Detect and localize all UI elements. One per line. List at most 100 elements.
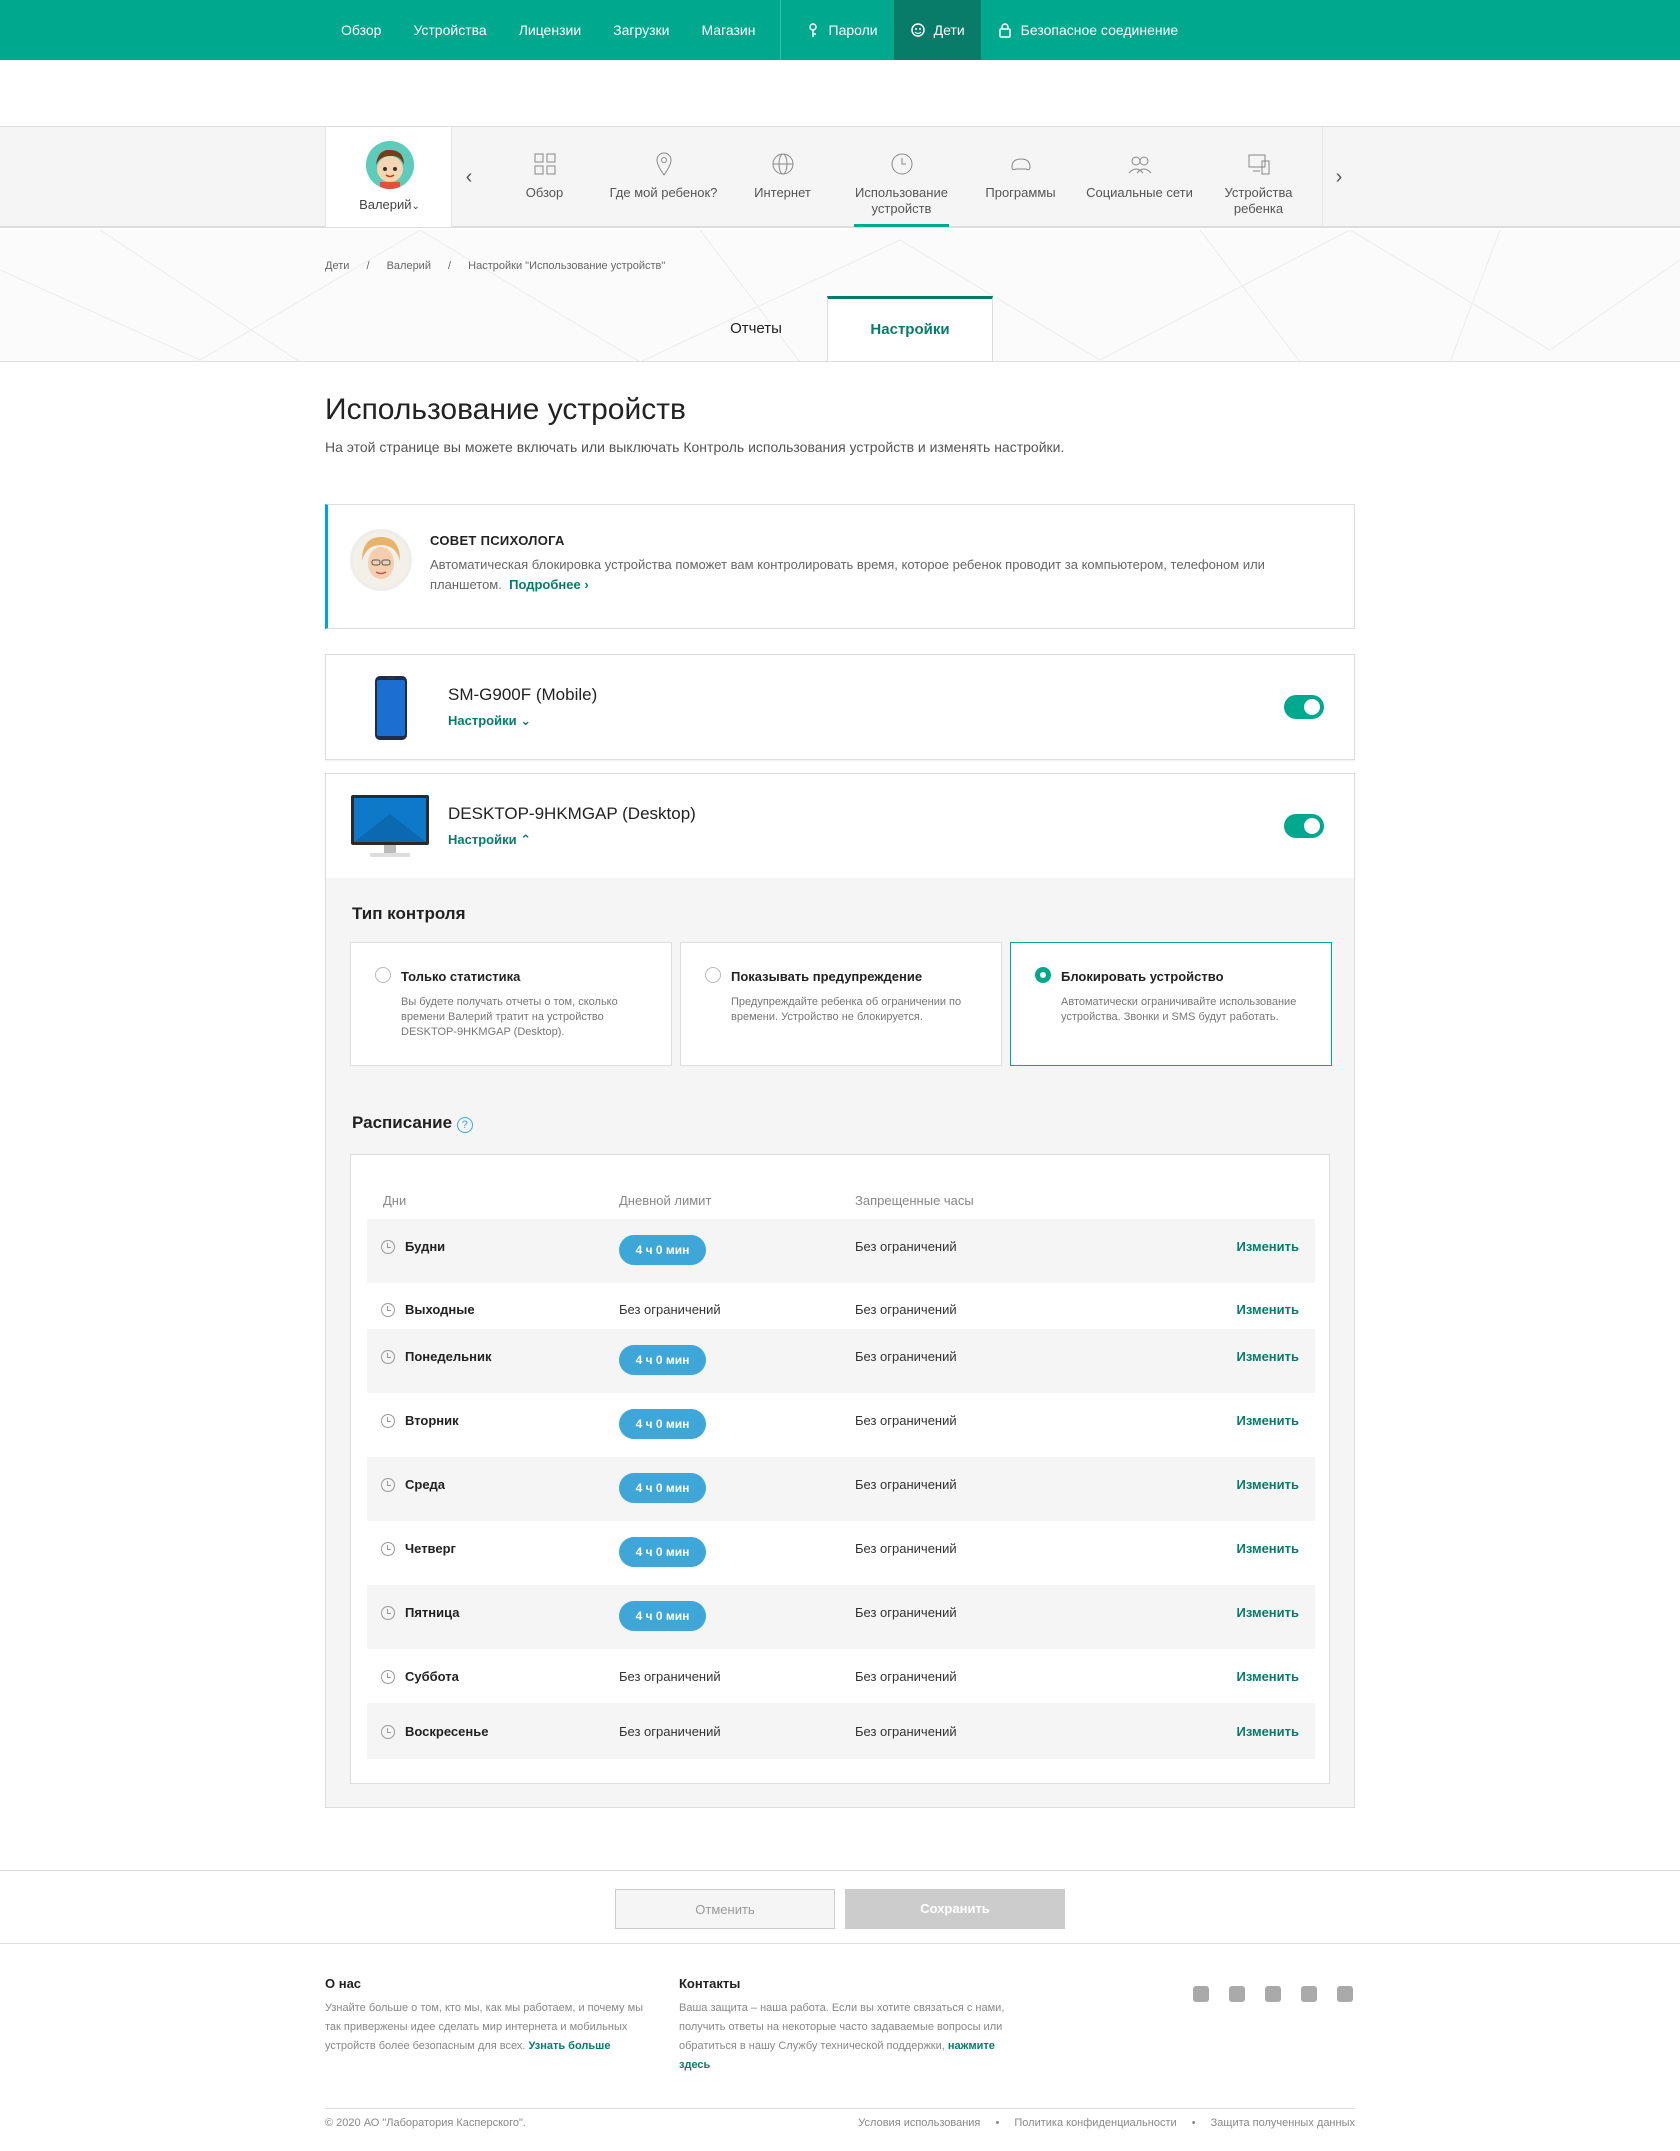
tab-devices[interactable]: Устройства ребенка	[1199, 127, 1318, 227]
table-row: Четверг 4 ч 0 мин Без ограничений Изменить	[367, 1521, 1315, 1585]
row-day: Среда	[405, 1477, 446, 1492]
option-desc: Автоматически ограничивайте использовани…	[1061, 996, 1297, 1023]
chevron-up-icon: ⌃	[520, 832, 532, 847]
tip-title: СОВЕТ ПСИХОЛОГА	[430, 533, 565, 548]
clock-icon	[891, 153, 913, 175]
nav-licenses[interactable]: Лицензии	[503, 0, 597, 60]
control-option-stats[interactable]: Только статистика Вы будете получать отч…	[350, 942, 672, 1066]
data-protection-link[interactable]: Защита полученных данных	[1211, 2117, 1355, 2129]
change-link[interactable]: Изменить	[1236, 1541, 1299, 1556]
schedule-table: Дни Дневной лимит Запрещенные часы Будни…	[350, 1154, 1330, 1784]
tip-more-link[interactable]: Подробнее ›	[509, 577, 589, 592]
table-row: Среда 4 ч 0 мин Без ограничений Изменить	[367, 1457, 1315, 1521]
tab-people[interactable]: Социальные сети	[1080, 127, 1199, 227]
change-link[interactable]: Изменить	[1236, 1349, 1299, 1364]
nav-devices[interactable]: Устройства	[397, 0, 502, 60]
twitter-icon[interactable]	[1337, 1986, 1353, 2002]
tab-globe[interactable]: Интернет	[723, 127, 842, 227]
cancel-button[interactable]: Отменить	[615, 1889, 835, 1929]
device-card-mobile: SM-G900F (Mobile) Настройки ⌄	[325, 654, 1355, 760]
forbidden-hours: Без ограничений	[855, 1724, 957, 1739]
daily-limit-badge: 4 ч 0 мин	[619, 1409, 706, 1439]
breadcrumb-kids[interactable]: Дети	[325, 260, 349, 272]
nav-kids-label: Дети	[933, 22, 965, 38]
forbidden-hours: Без ограничений	[855, 1349, 957, 1364]
privacy-link[interactable]: Политика конфиденциальности	[1014, 2117, 1176, 2129]
chevron-down-icon: ⌄	[520, 713, 532, 728]
facebook-icon[interactable]	[1193, 1986, 1209, 2002]
smartphone-icon	[375, 676, 407, 740]
device-card-desktop: DESKTOP-9HKMGAP (Desktop) Настройки ⌃	[325, 773, 1355, 879]
save-button[interactable]: Сохранить	[845, 1889, 1065, 1929]
radio-button[interactable]	[1035, 967, 1051, 983]
device-settings-label: Настройки	[448, 713, 517, 728]
nav-passwords-label: Пароли	[828, 22, 878, 38]
footer-about-title: О нас	[325, 1976, 362, 1991]
footer-contacts: Контакты Ваша защита – наша работа. Если…	[679, 1976, 1009, 2075]
tab-clock[interactable]: Использование устройств	[842, 127, 961, 227]
change-link[interactable]: Изменить	[1236, 1669, 1299, 1684]
tab-overview[interactable]: Обзор	[485, 127, 604, 227]
nav-kids[interactable]: Дети	[893, 0, 981, 60]
tab-gamepad[interactable]: Программы	[961, 127, 1080, 227]
tab-reports[interactable]: Отчеты	[673, 296, 839, 361]
device-enable-toggle[interactable]	[1284, 814, 1324, 838]
child-navbar: Валерий⌄ ‹ Обзор Где мой ребенок? Интернет…	[0, 126, 1680, 228]
clock-icon	[381, 1414, 395, 1428]
option-title: Показывать предупреждение	[731, 969, 923, 984]
change-link[interactable]: Изменить	[1236, 1724, 1299, 1739]
nav-downloads[interactable]: Загрузки	[597, 0, 685, 60]
breadcrumb-child[interactable]: Валерий	[387, 260, 431, 272]
instagram-icon[interactable]	[1229, 1986, 1245, 2002]
chevron-right-icon[interactable]: ›	[1323, 127, 1355, 227]
linkedin-icon[interactable]	[1301, 1986, 1317, 2002]
change-link[interactable]: Изменить	[1236, 1413, 1299, 1428]
nav-passwords[interactable]: Пароли	[789, 0, 894, 60]
page-title: Использование устройств	[325, 393, 686, 426]
tab-label: Интернет	[754, 185, 811, 200]
footer-contacts-text: Ваша защита – наша работа. Если вы хотит…	[679, 1999, 1009, 2075]
control-option-block[interactable]: Блокировать устройство Автоматически огр…	[1010, 942, 1332, 1066]
clock-icon	[381, 1670, 395, 1684]
clock-icon	[381, 1240, 395, 1254]
change-link[interactable]: Изменить	[1236, 1302, 1299, 1317]
change-link[interactable]: Изменить	[1236, 1477, 1299, 1492]
nav-secure-connection[interactable]: Безопасное соединение	[981, 0, 1195, 60]
row-day: Суббота	[405, 1669, 459, 1684]
daily-limit-badge: 4 ч 0 мин	[619, 1345, 706, 1375]
psychologist-photo	[350, 529, 412, 591]
youtube-icon[interactable]	[1265, 1986, 1281, 2002]
kids-icon	[910, 23, 925, 37]
row-day: Пятница	[405, 1605, 460, 1620]
breadcrumb-current: Настройки "Использование устройств"	[468, 260, 666, 272]
daily-limit: Без ограничений	[619, 1724, 721, 1739]
daily-limit-badge: 4 ч 0 мин	[619, 1601, 706, 1631]
change-link[interactable]: Изменить	[1236, 1605, 1299, 1620]
terms-link[interactable]: Условия использования	[858, 2117, 980, 2129]
radio-button[interactable]	[375, 967, 391, 983]
footer-about-link[interactable]: Узнать больше	[528, 2040, 610, 2052]
forbidden-hours: Без ограничений	[855, 1477, 957, 1492]
page-header: Дети / Валерий / Настройки "Использовани…	[0, 230, 1680, 362]
schedule-title: Расписание ?	[352, 1113, 473, 1133]
nav-store[interactable]: Магазин	[685, 0, 771, 60]
tab-settings[interactable]: Настройки	[827, 296, 993, 361]
device-settings-toggle[interactable]: Настройки ⌄	[448, 713, 531, 729]
device-enable-toggle[interactable]	[1284, 695, 1324, 719]
change-link[interactable]: Изменить	[1236, 1239, 1299, 1254]
nav-overview[interactable]: Обзор	[325, 0, 397, 60]
table-row: Понедельник 4 ч 0 мин Без ограничений Измен…	[367, 1329, 1315, 1393]
key-icon	[808, 23, 817, 37]
breadcrumb-sep: /	[448, 260, 452, 272]
help-icon[interactable]: ?	[456, 1117, 473, 1133]
device-settings-toggle[interactable]: Настройки ⌃	[448, 832, 531, 848]
child-selector[interactable]: Валерий⌄	[325, 127, 452, 227]
row-day: Понедельник	[405, 1349, 492, 1364]
footer-contacts-title: Контакты	[679, 1976, 741, 1991]
chevron-right-icon: ›	[584, 577, 589, 592]
tab-location-pin[interactable]: Где мой ребенок?	[604, 127, 723, 227]
forbidden-hours: Без ограничений	[855, 1669, 957, 1684]
chevron-left-icon[interactable]: ‹	[455, 127, 483, 227]
control-option-warning[interactable]: Показывать предупреждение Предупреждайте…	[680, 942, 1002, 1066]
radio-button[interactable]	[705, 967, 721, 983]
